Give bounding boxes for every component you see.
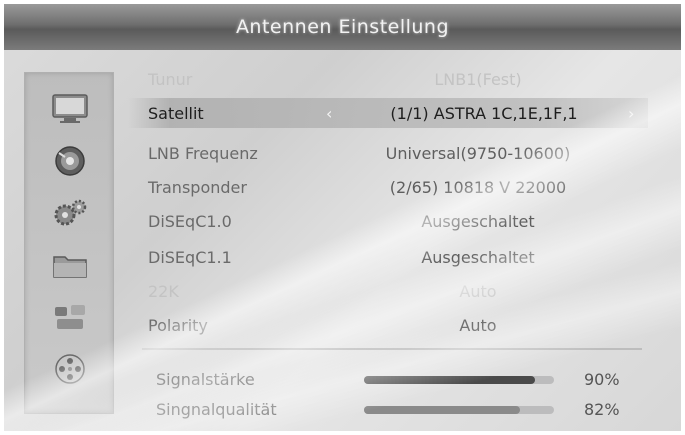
signal-quality-label: Singnalqualität — [156, 400, 277, 419]
setting-row-22k[interactable]: 22K Auto — [128, 276, 648, 306]
setting-row-lnb-frequenz[interactable]: LNB Frequenz Universal(9750-10600) — [128, 138, 648, 168]
setting-row-diseqc11[interactable]: DiSEqC1.1 Ausgeschaltet — [128, 242, 648, 272]
settings-panel: Tunur LNB1(Fest) Satellit ‹ (1/1) ASTRA … — [128, 58, 658, 428]
satellite-dish-icon[interactable] — [51, 145, 89, 177]
signal-quality-bar — [364, 406, 554, 414]
setting-label: 22K — [148, 281, 179, 301]
setting-label: Tunur — [148, 69, 193, 89]
setting-row-satellit[interactable]: Satellit ‹ (1/1) ASTRA 1C,1E,1F,1 › — [128, 98, 648, 128]
tv-icon[interactable] — [51, 93, 89, 125]
signal-quality-fill — [364, 406, 520, 414]
setting-row-diseqc10[interactable]: DiSEqC1.0 Ausgeschaltet — [128, 206, 648, 236]
setting-value: LNB1(Fest) — [434, 69, 522, 89]
sidebar — [24, 72, 114, 414]
arrow-left-icon[interactable]: ‹ — [326, 104, 332, 123]
setting-row-tuner[interactable]: Tunur LNB1(Fest) — [128, 64, 648, 94]
settings-gears-icon[interactable] — [51, 197, 89, 229]
setting-value: (2/65) 10818 V 22000 — [389, 177, 567, 197]
setting-label: DiSEqC1.1 — [148, 247, 232, 267]
setting-value: Auto — [459, 315, 497, 335]
tv-screen: Antennen Einstellung Tunur LNB1(Fest) Sa… — [4, 4, 681, 431]
title-bar: Antennen Einstellung — [4, 4, 681, 50]
tools-icon[interactable] — [51, 301, 89, 333]
setting-label: LNB Frequenz — [148, 143, 258, 163]
arrow-right-icon[interactable]: › — [628, 104, 634, 123]
setting-value: Ausgeschaltet — [421, 211, 535, 231]
signal-strength-bar — [364, 376, 554, 384]
setting-row-transponder[interactable]: Transponder (2/65) 10818 V 22000 — [128, 172, 648, 202]
setting-label: Polarity — [148, 315, 208, 335]
setting-value: Universal(9750-10600) — [385, 143, 571, 163]
setting-label: DiSEqC1.0 — [148, 211, 232, 231]
signal-strength-label: Signalstärke — [156, 370, 255, 389]
film-reel-icon[interactable] — [51, 353, 89, 385]
setting-value: Ausgeschaltet — [421, 247, 535, 267]
setting-label: Satellit — [148, 103, 204, 123]
signal-strength-percent: 90% — [584, 370, 620, 389]
signal-quality-percent: 82% — [584, 400, 620, 419]
page-title: Antennen Einstellung — [235, 16, 450, 38]
signal-strength-fill — [364, 376, 535, 384]
setting-row-polarity[interactable]: Polarity Auto — [128, 310, 648, 340]
folder-icon[interactable] — [51, 249, 89, 281]
setting-value: Auto — [459, 281, 497, 301]
setting-value: (1/1) ASTRA 1C,1E,1F,1 — [390, 103, 578, 123]
divider — [142, 348, 642, 350]
setting-label: Transponder — [148, 177, 247, 197]
